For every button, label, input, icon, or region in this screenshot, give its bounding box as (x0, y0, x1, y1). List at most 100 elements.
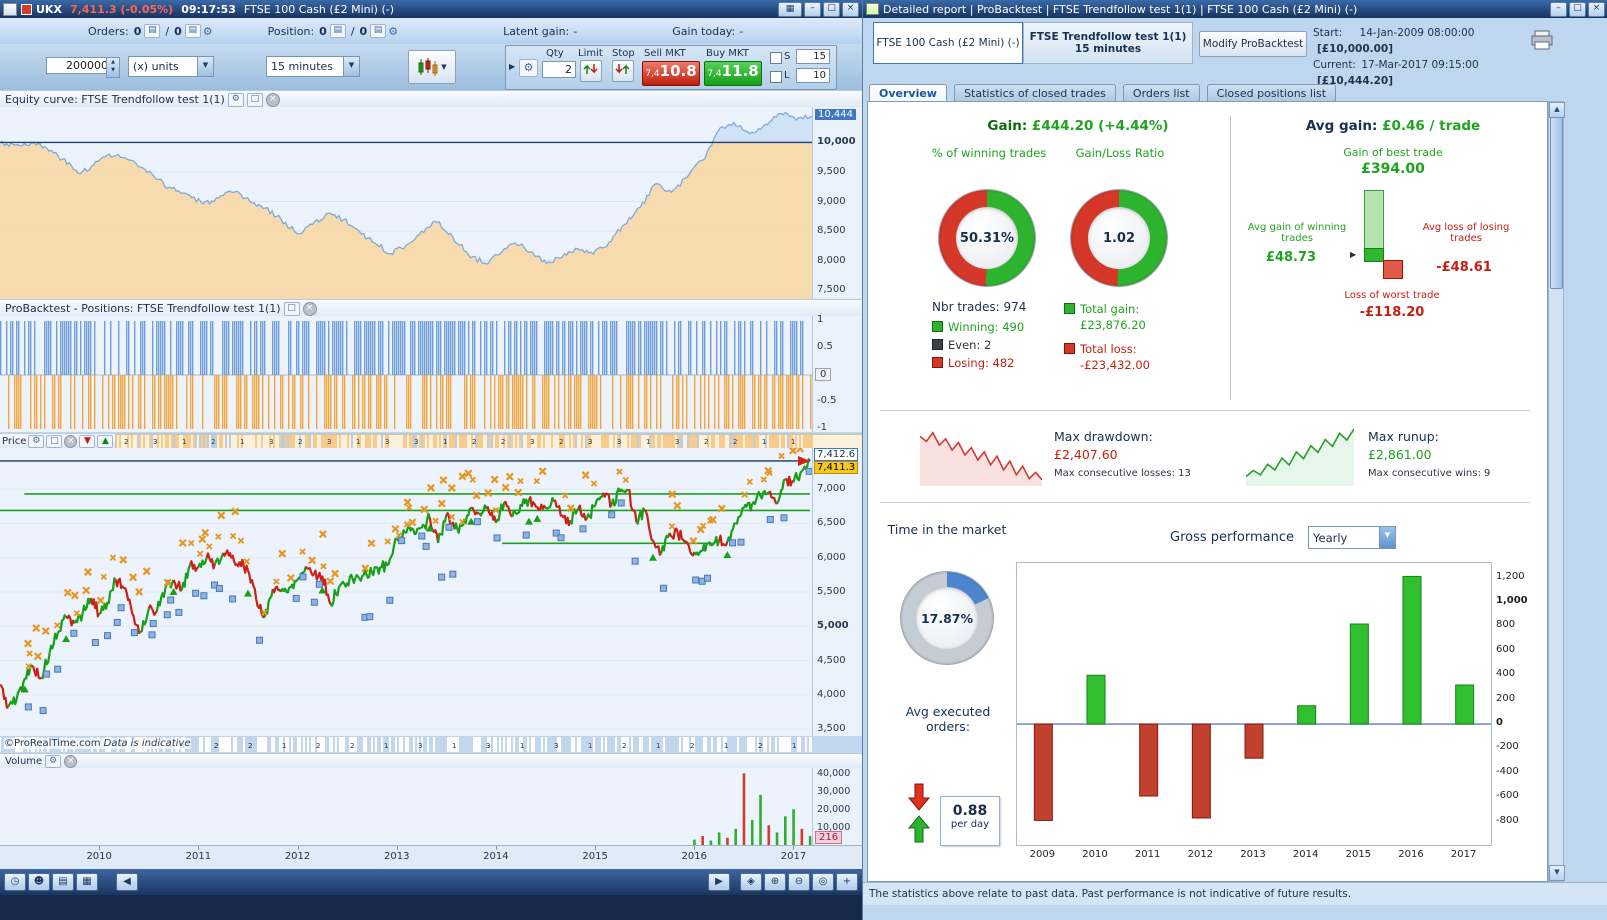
modify-probacktest-button[interactable]: Modify ProBacktest (1199, 31, 1307, 57)
buy-mkt-button[interactable]: 7,4 11.8 (704, 61, 762, 86)
start-label: Start: (1313, 27, 1343, 39)
zoom-reset-icon[interactable]: ◎ (812, 873, 834, 891)
zoom-in-icon[interactable]: ⊕ (764, 873, 786, 891)
close-button[interactable]: × (1588, 1, 1605, 17)
svg-text:1: 1 (656, 742, 660, 750)
gp-ytick: -200 (1496, 741, 1519, 753)
minimize-button[interactable]: – (1550, 1, 1567, 17)
zoom-out-icon[interactable]: ⊖ (788, 873, 810, 891)
scroll-right-button[interactable]: ▶ (708, 873, 730, 891)
equity-chart[interactable] (0, 107, 813, 299)
gp-xtick: 2011 (1134, 849, 1161, 860)
axis-label: 9,500 (817, 165, 846, 177)
orders-list-icon[interactable]: ▤ (144, 24, 161, 38)
person-icon[interactable]: ☻ (28, 873, 50, 891)
timeframe-dropdown[interactable]: 15 minutes ▼ (266, 56, 360, 77)
collapse-arrow-icon[interactable]: ▶ (509, 62, 515, 71)
sell-mkt-button[interactable]: 7,4 10.8 (642, 61, 700, 86)
scroll-up-button[interactable]: ▲ (1549, 102, 1565, 118)
total-loss-label: Total loss: (1080, 342, 1137, 356)
calendar-icon[interactable]: ◷ (4, 873, 26, 891)
report-scrollbar[interactable]: ▲ ▼ (1548, 101, 1565, 882)
svg-text:1: 1 (762, 438, 766, 446)
close-icon[interactable]: × (64, 755, 78, 768)
report-titlebar[interactable]: Detailed report | ProBacktest | FTSE Tre… (863, 0, 1607, 18)
wrench-icon[interactable]: ⚙ (227, 92, 244, 107)
stop-points-input[interactable] (796, 49, 830, 64)
quantity-stepper[interactable]: ▲ ▼ (106, 57, 120, 78)
chevron-down-icon[interactable]: ▼ (343, 57, 359, 76)
maximize-button[interactable]: □ (823, 1, 840, 17)
total-loss-swatch (1064, 343, 1075, 354)
orders-settings-icon[interactable]: ⚙ (203, 25, 213, 38)
buy-arrow-icon[interactable]: ▲ (97, 435, 114, 448)
gp-xtick: 2009 (1029, 849, 1056, 860)
news-icon[interactable]: ▤ (52, 873, 74, 891)
close-icon[interactable]: × (302, 301, 317, 316)
print-icon[interactable] (1531, 30, 1553, 54)
volume-chart[interactable] (0, 768, 812, 845)
sell-mkt-label: Sell MKT (644, 48, 686, 59)
stop-order-icon[interactable] (612, 60, 634, 82)
sell-arrow-icon[interactable]: ▼ (79, 435, 96, 448)
position-list-icon[interactable]: ▤ (329, 24, 346, 38)
positions-chart[interactable] (0, 316, 812, 432)
wrench-icon[interactable]: ⚙ (45, 755, 62, 768)
instrument-selector[interactable]: FTSE 100 Cash (£2 Mini) (-) (873, 22, 1023, 64)
axis-tick (99, 846, 101, 850)
maximize-button[interactable]: □ (1569, 1, 1586, 17)
avg-orders-unit: per day (950, 819, 990, 830)
quantity-input[interactable] (46, 57, 112, 74)
crosshair-icon[interactable]: + (836, 873, 858, 891)
price-chart[interactable] (0, 410, 816, 736)
instrument-name: FTSE 100 Cash (£2 Mini) (-) (876, 37, 1020, 49)
limit-order-icon[interactable] (580, 60, 602, 82)
svg-text:1: 1 (520, 742, 524, 750)
units-dropdown[interactable]: (x) units ▼ (128, 56, 214, 77)
limit-points-input[interactable] (796, 68, 830, 83)
position-count-2: 0 (359, 24, 368, 38)
table-icon[interactable]: ▦ (76, 873, 98, 891)
stop-checkbox[interactable] (770, 52, 782, 64)
chart-type-button[interactable]: ▼ (408, 50, 456, 84)
gp-xtick: 2010 (1082, 849, 1108, 860)
chevron-down-icon[interactable]: ▼ (1379, 527, 1395, 548)
pan-icon[interactable]: ◈ (740, 873, 762, 891)
scroll-left-button[interactable]: ◀ (116, 873, 138, 891)
qty-input[interactable] (542, 61, 576, 78)
chevron-down-icon[interactable]: ▼ (197, 57, 213, 76)
candlestick-icon (418, 58, 438, 76)
position-settings-icon[interactable]: ⚙ (388, 25, 398, 38)
popup-window-icon[interactable]: □ (246, 92, 263, 107)
strategy-selector[interactable]: FTSE Trendfollow test 1(1) 15 minutes (1023, 22, 1193, 64)
keyboard-icon[interactable]: ▦ (778, 1, 802, 17)
close-icon[interactable]: × (64, 435, 78, 448)
svg-text:1: 1 (240, 438, 244, 446)
scrollbar-thumb[interactable] (1550, 117, 1563, 289)
close-icon[interactable]: × (265, 92, 280, 107)
legend-losing: Losing: 482 (932, 356, 1015, 370)
stop-checkbox-label: S (784, 51, 791, 62)
popup-window-icon[interactable]: □ (46, 435, 63, 448)
minimize-button[interactable]: – (804, 1, 821, 17)
axis-label: 7,000 (817, 483, 846, 495)
pct-winning-label: % of winning trades (931, 146, 1047, 160)
axis-tick (595, 846, 597, 850)
positions-axis: 1 0.5 0 -0.5 -1 (812, 314, 863, 433)
scroll-down-button[interactable]: ▼ (1549, 865, 1565, 881)
position-list-icon-2[interactable]: ▤ (370, 24, 387, 38)
period-dropdown[interactable]: Yearly ▼ (1308, 526, 1396, 549)
overview-panel: Gain: £444.20 (+4.44%) Avg gain: £0.46 /… (867, 101, 1548, 882)
chart-window-titlebar[interactable]: UKX 7,411.3 (-0.05%) 09:17:53 FTSE 100 C… (0, 0, 862, 18)
strategy-timeframe: 15 minutes (1074, 43, 1142, 55)
close-button[interactable]: × (842, 1, 859, 17)
losing-count: Losing: 482 (948, 356, 1015, 370)
svg-text:1: 1 (443, 438, 447, 446)
limit-checkbox[interactable] (770, 71, 782, 83)
orders-list-icon-2[interactable]: ▤ (184, 24, 201, 38)
report-window: Detailed report | ProBacktest | FTSE Tre… (862, 0, 1607, 920)
order-settings-icon[interactable]: ⚙ (519, 59, 538, 77)
popup-window-icon[interactable]: □ (283, 301, 300, 316)
wrench-icon[interactable]: ⚙ (28, 435, 45, 448)
equity-axis: 10,444 10,000 9,500 9,000 8,500 8,000 7,500 (812, 107, 863, 299)
